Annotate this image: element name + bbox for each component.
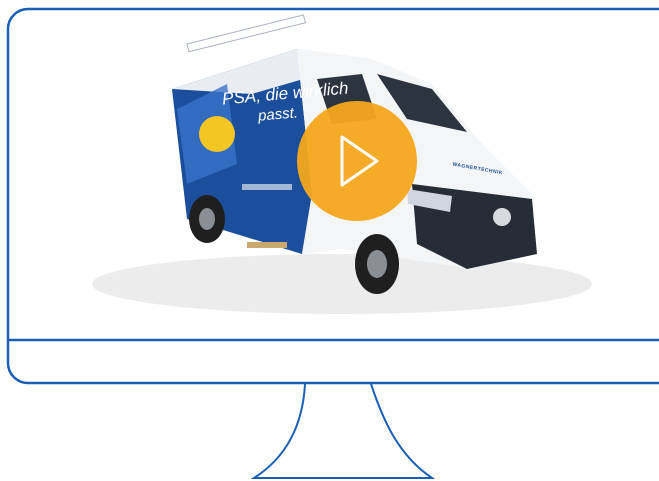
video-screen[interactable]: PSA, die wirklich passt. WAGNERTECHNIK bbox=[12, 14, 652, 336]
van-slogan-line2: passt. bbox=[257, 104, 299, 125]
monitor-stand bbox=[250, 383, 436, 479]
play-icon bbox=[297, 101, 417, 221]
play-button[interactable] bbox=[297, 101, 417, 221]
